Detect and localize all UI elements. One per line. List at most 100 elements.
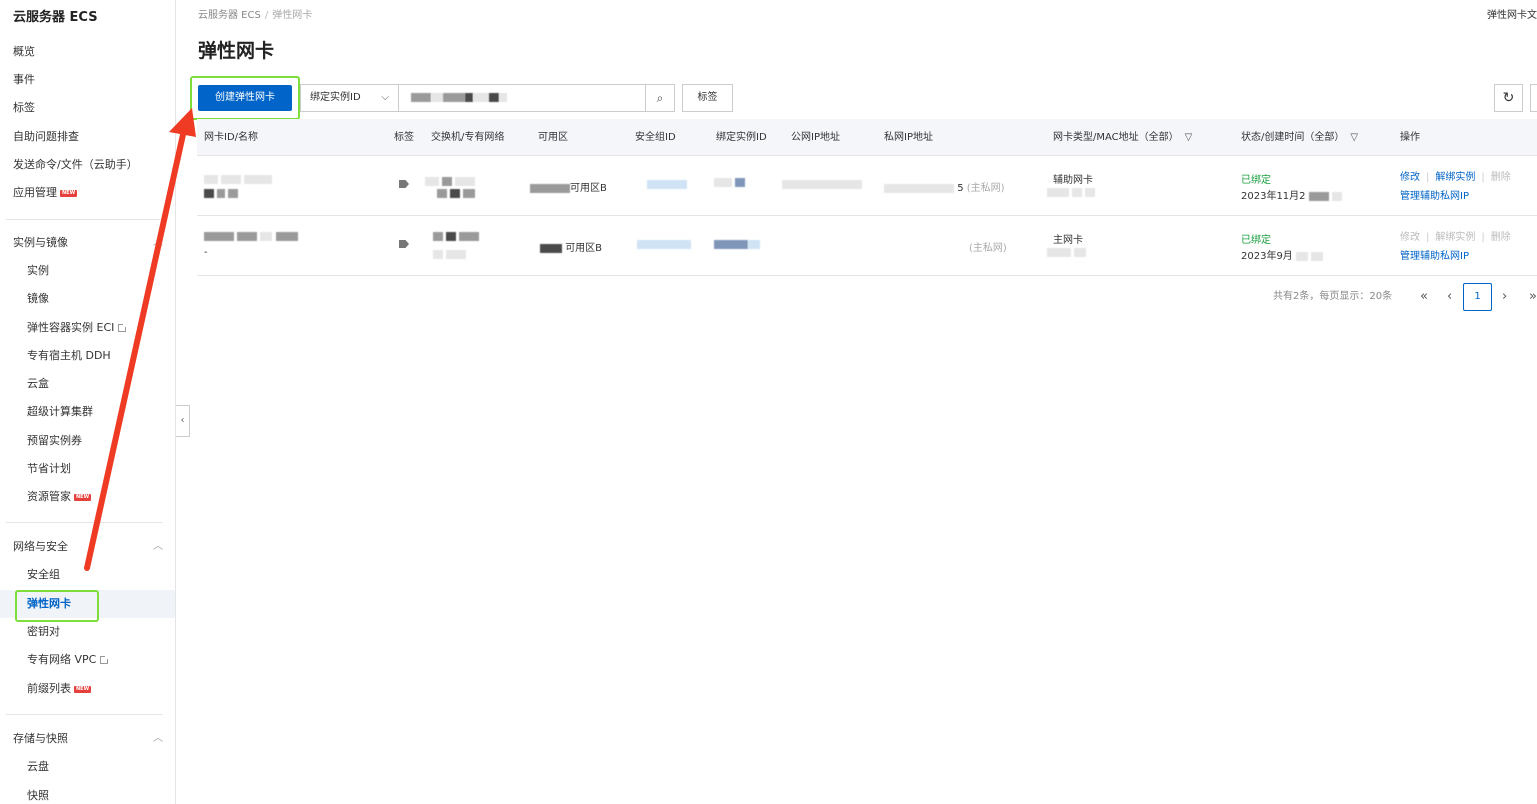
search-input[interactable] [398, 84, 646, 112]
sidebar-item-label: 弹性容器实例 ECI [27, 321, 115, 334]
page-title: 弹性网卡 [198, 40, 275, 62]
first-page-button[interactable]: « [1420, 283, 1428, 311]
column-header-instance-id: 绑定实例ID [716, 132, 767, 143]
eni-type: 主网卡 [1053, 235, 1083, 246]
eni-id[interactable] [204, 174, 273, 185]
column-settings-button[interactable] [1530, 84, 1537, 112]
manage-secondary-ip-link[interactable]: 管理辅助私网IP [1400, 247, 1469, 262]
manage-secondary-ip-link[interactable]: 管理辅助私网IP [1400, 187, 1469, 202]
breadcrumb-separator: / [264, 10, 269, 21]
sidebar-group-network-security[interactable]: 网络与安全 ︿ [13, 539, 163, 555]
next-page-button[interactable]: › [1502, 283, 1507, 311]
new-badge: NEW [60, 189, 78, 197]
breadcrumb-root[interactable]: 云服务器 ECS [198, 10, 261, 21]
breadcrumb: 云服务器 ECS / 弹性网卡 [198, 6, 312, 21]
sidebar-divider [6, 219, 163, 220]
sidebar-divider [6, 522, 163, 523]
sidebar-item-reserved-instances[interactable]: 预留实例券 [27, 433, 82, 449]
sidebar-item-cloud-box[interactable]: 云盒 [27, 376, 49, 392]
sidebar-item-label: 专有网络 VPC [27, 653, 97, 666]
sidebar-item-events[interactable]: 事件 [13, 72, 35, 88]
security-group-id[interactable] [637, 239, 691, 250]
sidebar-item-resource-manager[interactable]: 资源管家 NEW [27, 489, 92, 505]
column-header-status[interactable]: 状态/创建时间（全部） ▽ [1241, 119, 1358, 156]
sidebar: 云服务器 ECS 概览 事件 标签 自助问题排查 发送命令/文件（云助手） 应用… [0, 0, 176, 804]
security-group-id[interactable] [647, 179, 687, 190]
private-ip-tag: (主私网) [966, 183, 1005, 194]
new-badge: NEW [74, 685, 92, 693]
vswitch-id[interactable] [433, 231, 480, 242]
sidebar-group-storage[interactable]: 存储与快照 ︿ [13, 731, 163, 747]
eni-id[interactable] [204, 231, 298, 242]
table-header: 网卡ID/名称 标签 交换机/专有网络 可用区 安全组ID 绑定实例ID 公网I… [197, 119, 1537, 156]
created-time-text: 2023年9月 [1241, 251, 1293, 262]
tag-icon[interactable] [399, 240, 409, 251]
sidebar-item-ddh[interactable]: 专有宿主机 DDH [27, 348, 111, 364]
column-header-label: 状态/创建时间（全部） [1241, 132, 1345, 143]
modify-link: 修改 [1400, 232, 1420, 243]
sidebar-item-images[interactable]: 镜像 [27, 291, 49, 307]
chevron-down-icon: ⌵ [381, 92, 389, 103]
prev-page-button[interactable]: ‹ [1447, 283, 1452, 311]
breadcrumb-current: 弹性网卡 [272, 10, 313, 21]
sidebar-item-security-groups[interactable]: 安全组 [27, 567, 60, 583]
instance-id[interactable] [714, 177, 746, 188]
created-time: 2023年9月 [1241, 247, 1324, 262]
sidebar-item-app-management[interactable]: 应用管理 NEW [13, 185, 78, 201]
filter-icon[interactable]: ▽ [1350, 119, 1358, 156]
table-row: 可用区B 5 (主私网) 辅助网卡 已绑定 2023年11月2 修改 | 解绑实例 |… [197, 156, 1537, 216]
top-right-link[interactable]: 弹性网卡文 [1487, 6, 1537, 21]
sidebar-item-key-pairs[interactable]: 密钥对 [27, 624, 60, 640]
refresh-icon: ↻ [1502, 90, 1515, 106]
sidebar-item-overview[interactable]: 概览 [13, 44, 35, 60]
sidebar-group-label: 存储与快照 [13, 732, 68, 745]
sidebar-item-disks[interactable]: 云盘 [27, 759, 49, 775]
eni-name [204, 188, 239, 199]
chevron-left-icon: ‹ [180, 415, 185, 426]
delete-link: 删除 [1490, 172, 1511, 183]
sidebar-item-savings-plan[interactable]: 节省计划 [27, 461, 71, 477]
sidebar-item-label: 前缀列表 [27, 682, 71, 695]
search-button[interactable]: ⌕ [645, 84, 675, 112]
detach-link[interactable]: 解绑实例 [1435, 172, 1475, 183]
column-header-zone: 可用区 [538, 132, 568, 143]
zone: 可用区B [540, 239, 602, 254]
highlight-box [15, 590, 99, 622]
tag-filter-button[interactable]: 标签 [682, 84, 733, 112]
sidebar-item-vpc[interactable]: 专有网络 VPC [27, 652, 110, 668]
sidebar-item-snapshots[interactable]: 快照 [27, 788, 49, 804]
page-number-current[interactable]: 1 [1463, 283, 1492, 311]
tag-icon[interactable] [399, 180, 409, 191]
sidebar-item-send-command[interactable]: 发送命令/文件（云助手） [13, 157, 138, 173]
filter-icon[interactable]: ▽ [1185, 119, 1193, 156]
sidebar-item-prefix-list[interactable]: 前缀列表 NEW [27, 681, 92, 697]
row-actions: 修改 | 解绑实例 | 删除 [1400, 232, 1511, 243]
sidebar-item-instances[interactable]: 实例 [27, 263, 49, 279]
sidebar-collapse-button[interactable]: ‹ [176, 405, 190, 437]
sidebar-item-troubleshoot[interactable]: 自助问题排查 [13, 129, 79, 145]
private-ip-prefix: 5 [957, 183, 964, 194]
modify-link[interactable]: 修改 [1400, 172, 1420, 183]
column-header-eni-type[interactable]: 网卡类型/MAC地址（全部） ▽ [1053, 119, 1192, 156]
row-actions: 修改 | 解绑实例 | 删除 [1400, 172, 1511, 183]
search-field-select-value: 绑定实例ID [310, 92, 361, 103]
sidebar-item-scc[interactable]: 超级计算集群 [27, 404, 93, 420]
private-ip-tag: (主私网) [969, 243, 1007, 254]
column-header-label: 网卡类型/MAC地址（全部） [1053, 132, 1179, 143]
sidebar-group-instances[interactable]: 实例与镜像 ︿ [13, 235, 163, 251]
sidebar-item-eci[interactable]: 弹性容器实例 ECI [27, 320, 128, 336]
status-badge: 已绑定 [1241, 175, 1271, 186]
refresh-button[interactable]: ↻ [1494, 84, 1523, 112]
last-page-button[interactable]: » [1529, 283, 1537, 311]
vpc-id[interactable] [433, 249, 467, 260]
search-field-select[interactable]: 绑定实例ID ⌵ [300, 84, 399, 112]
mac-address [1047, 187, 1096, 198]
instance-id[interactable] [714, 239, 760, 250]
mac-address [1047, 247, 1087, 258]
vpc-id[interactable] [437, 188, 476, 199]
sidebar-item-label: 资源管家 [27, 490, 71, 503]
search-icon: ⌕ [656, 91, 664, 105]
status-badge: 已绑定 [1241, 235, 1271, 246]
sidebar-item-tags[interactable]: 标签 [13, 100, 35, 116]
vswitch-id[interactable] [425, 176, 476, 187]
